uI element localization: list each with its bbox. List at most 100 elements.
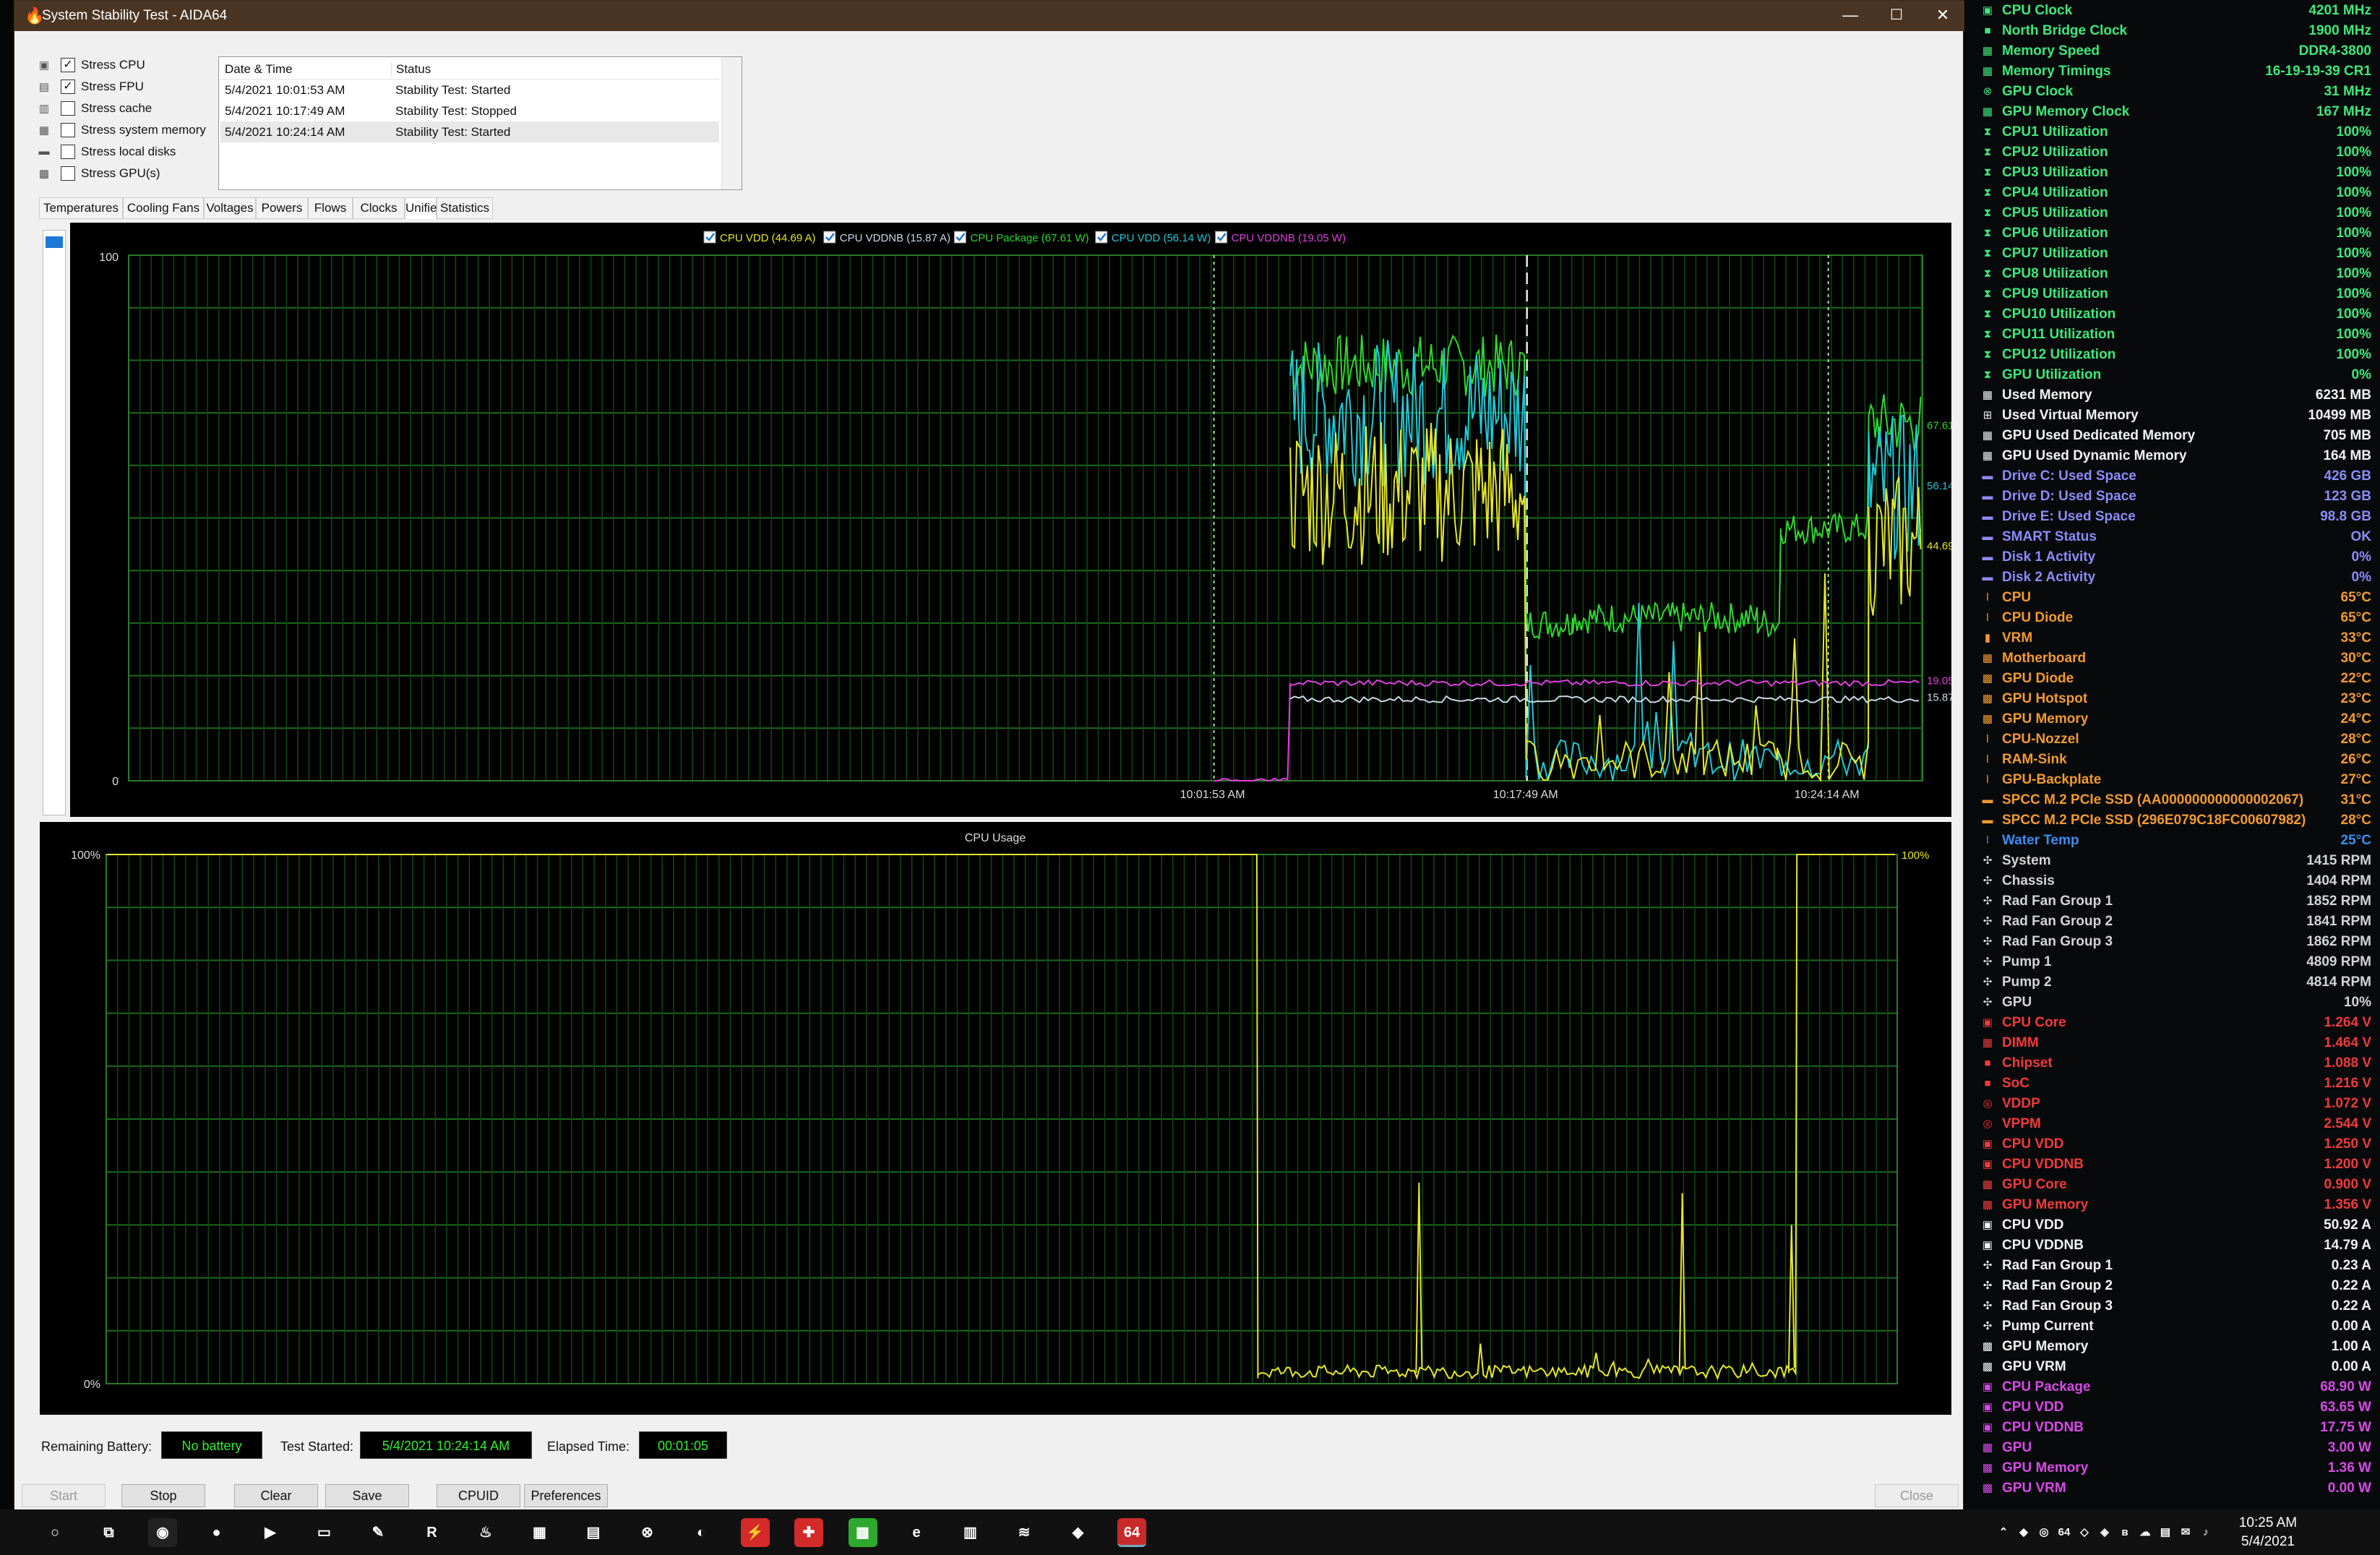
tray-icon[interactable]: ʙ — [2116, 1518, 2134, 1547]
media-icon[interactable]: ▶ — [256, 1518, 285, 1547]
tab-cooling-fans[interactable]: Cooling Fans — [123, 197, 204, 219]
log-row[interactable]: 5/4/2021 10:01:53 AM Stability Test: Sta… — [220, 80, 719, 100]
stress-checkbox[interactable] — [61, 101, 75, 116]
tab-voltages[interactable]: Voltages — [204, 197, 256, 219]
edge-icon[interactable]: e — [902, 1518, 931, 1547]
stress-checkbox[interactable]: ✓ — [61, 58, 75, 72]
sensor-name: CPU11 Utilization — [2002, 327, 2115, 342]
tray-icon[interactable]: ▤ — [2157, 1518, 2174, 1547]
legend-checkbox[interactable] — [1215, 231, 1228, 244]
legend-item[interactable]: CPU VDD (56.14 W) — [1095, 231, 1211, 244]
chart-title: CPU Usage — [965, 832, 1026, 844]
chip-icon[interactable]: ▤ — [579, 1518, 608, 1547]
preferences-button[interactable]: Preferences — [524, 1484, 608, 1507]
test-started-label: Test Started: — [280, 1439, 354, 1454]
gpuz-icon[interactable]: ▦ — [525, 1518, 554, 1547]
close-button[interactable]: Close — [1875, 1484, 1959, 1507]
cpu-icon: ▣ — [1982, 1421, 1993, 1434]
sensor-row: ▬ Disk 1 Activity 0% — [1966, 547, 2380, 567]
legend-item[interactable]: CPU Package (67.61 W) — [953, 231, 1089, 244]
aida64-icon[interactable]: 64 — [1117, 1518, 1146, 1547]
stress-option[interactable]: ▦ Stress system memory — [35, 121, 230, 141]
save-button[interactable]: Save — [325, 1484, 409, 1507]
legend-item[interactable]: CPU VDDNB (19.05 W) — [1215, 231, 1346, 244]
rog-icon[interactable]: ≋ — [1010, 1518, 1039, 1547]
log-scrollbar[interactable] — [721, 57, 742, 189]
tray-icon[interactable]: ◎ — [2035, 1518, 2053, 1547]
clear-button[interactable]: Clear — [234, 1484, 318, 1507]
sensor-name: CPU Diode — [2002, 610, 2074, 625]
hwinfo-icon[interactable]: ◉ — [148, 1518, 177, 1547]
flame-icon[interactable]: ♨ — [471, 1518, 500, 1547]
sensor-value: 28°C — [2340, 732, 2371, 747]
tray-icon[interactable]: ✉ — [2177, 1518, 2194, 1547]
chart-item-list[interactable] — [43, 230, 66, 815]
chart-item-selected[interactable] — [46, 236, 63, 248]
tab-powers[interactable]: Powers — [256, 197, 308, 219]
stress-checkbox[interactable] — [61, 166, 75, 181]
memory-icon: ▦ — [1982, 1037, 1993, 1049]
sensor-value: 17.75 W — [2320, 1420, 2371, 1435]
title-bar[interactable]: 🔥 System Stability Test - AIDA64 — ☐ ✕ — [14, 1, 1964, 31]
tray-icon[interactable]: ☁ — [2136, 1518, 2154, 1547]
tab-unified[interactable]: Unified — [405, 197, 444, 219]
tab-clocks[interactable]: Clocks — [353, 197, 405, 219]
monitor-icon[interactable]: ▩ — [848, 1518, 877, 1547]
cinebench-icon[interactable]: ◐ — [687, 1518, 716, 1547]
log-status: Stability Test: Started — [395, 83, 511, 97]
stress-icon[interactable]: ✚ — [794, 1518, 823, 1547]
tray-icon[interactable]: 64 — [2055, 1518, 2073, 1547]
memory-icon: ▦ — [1982, 45, 1993, 57]
sensor-value: 10499 MB — [2308, 408, 2371, 423]
legend-checkbox[interactable] — [703, 231, 716, 244]
sensor-value: DDR4-3800 — [2298, 43, 2371, 59]
explorer-icon[interactable]: ▭ — [309, 1518, 339, 1547]
stress-checkbox[interactable] — [61, 145, 75, 159]
stress-option[interactable]: ▣ ✓ Stress CPU — [35, 56, 230, 76]
tray-icon[interactable]: ♪ — [2197, 1518, 2214, 1547]
minimize-button[interactable]: — — [1827, 1, 1873, 31]
chrome-icon[interactable]: ● — [202, 1518, 231, 1547]
calc-icon[interactable]: ▥ — [955, 1518, 985, 1547]
stress-option[interactable]: ▤ ✓ Stress FPU — [35, 77, 230, 98]
flash-icon[interactable]: ⚡ — [740, 1518, 770, 1547]
legend-item[interactable]: CPU VDD (44.69 A) — [703, 231, 816, 244]
color-icon[interactable]: ◆ — [1063, 1518, 1093, 1547]
sensor-name: Chipset — [2002, 1055, 2053, 1071]
legend-item[interactable]: CPU VDDNB (15.87 A) — [823, 231, 950, 244]
cpu-icon: ▣ — [1982, 4, 1993, 17]
maximize-button[interactable]: ☐ — [1873, 1, 1920, 31]
xbox-icon[interactable]: ⊗ — [632, 1518, 662, 1547]
sensor-value: 0.22 A — [2331, 1298, 2371, 1314]
ryzen-icon[interactable]: R — [417, 1518, 447, 1547]
taskbar-clock[interactable]: 10:25 AM 5/4/2021 — [2221, 1514, 2315, 1551]
log-row[interactable]: 5/4/2021 10:24:14 AM Stability Test: Sta… — [220, 121, 719, 142]
stop-button[interactable]: Stop — [121, 1484, 205, 1507]
start-button[interactable]: Start — [22, 1484, 106, 1507]
tray-icon[interactable]: ◈ — [2096, 1518, 2113, 1547]
sensor-name: CPU9 Utilization — [2002, 286, 2108, 301]
pen-icon[interactable]: ✎ — [364, 1518, 392, 1547]
cortana-icon[interactable]: ○ — [40, 1518, 69, 1547]
legend-checkbox[interactable] — [953, 231, 966, 244]
tab-statistics[interactable]: Statistics — [437, 197, 493, 219]
tab-temperatures[interactable]: Temperatures — [39, 197, 123, 219]
stress-option[interactable]: ▩ Stress GPU(s) — [35, 164, 230, 184]
clock-date: 5/4/2021 — [2241, 1534, 2295, 1549]
legend-checkbox[interactable] — [1095, 231, 1108, 244]
stress-option[interactable]: ▥ Stress cache — [35, 99, 230, 119]
tray-icon[interactable]: ◆ — [2015, 1518, 2032, 1547]
stress-option[interactable]: ▬ Stress local disks — [35, 142, 230, 163]
log-row[interactable]: 5/4/2021 10:17:49 AM Stability Test: Sto… — [220, 100, 719, 121]
task-view-icon[interactable]: ⧉ — [94, 1518, 124, 1547]
tray-icon[interactable]: ◇ — [2076, 1518, 2093, 1547]
stress-checkbox[interactable]: ✓ — [61, 80, 75, 94]
tab-flows[interactable]: Flows — [308, 197, 353, 219]
stress-checkbox[interactable] — [61, 123, 75, 137]
sensor-name: Rad Fan Group 3 — [2002, 1298, 2113, 1314]
tray-icon[interactable]: ⌃ — [1995, 1518, 2012, 1547]
close-window-button[interactable]: ✕ — [1920, 1, 1966, 31]
sensor-value: 100% — [2336, 246, 2371, 261]
legend-checkbox[interactable] — [823, 231, 836, 244]
cpuid-button[interactable]: CPUID — [437, 1484, 520, 1507]
